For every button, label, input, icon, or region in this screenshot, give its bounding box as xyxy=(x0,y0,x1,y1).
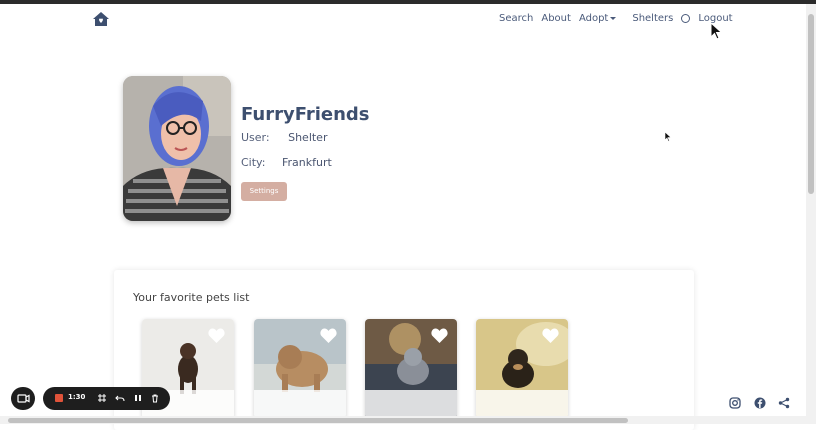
horizontal-scrollbar-thumb[interactable] xyxy=(8,418,628,423)
pet-card-3[interactable] xyxy=(365,319,457,419)
facebook-icon[interactable] xyxy=(754,397,766,409)
chevron-down-icon xyxy=(610,16,617,20)
stop-icon[interactable] xyxy=(55,394,63,402)
user-label: User: xyxy=(241,131,270,144)
instagram-icon[interactable] xyxy=(729,397,741,409)
pet-card-2[interactable] xyxy=(254,319,346,419)
city-label: City: xyxy=(241,156,266,169)
navbar: Search About Adopt Shelters Logout xyxy=(0,4,806,34)
user-value: Shelter xyxy=(288,131,328,144)
heart-icon[interactable] xyxy=(320,328,337,343)
nav-adopt-label: Adopt xyxy=(578,13,609,24)
profile-photo xyxy=(123,76,231,221)
city-value: Frankfurt xyxy=(281,156,332,169)
heart-icon[interactable] xyxy=(208,328,225,343)
nav-about-link[interactable]: About xyxy=(541,13,571,24)
user-row: User: Shelter xyxy=(241,131,327,144)
favorites-title: Your favorite pets list xyxy=(133,291,250,304)
user-circle-icon[interactable] xyxy=(681,14,691,23)
profile-name: FurryFriends xyxy=(241,104,370,125)
undo-icon[interactable] xyxy=(115,393,125,403)
recorder-camera-button[interactable] xyxy=(11,387,35,410)
heart-icon[interactable] xyxy=(431,328,448,343)
pet-caption-overlay xyxy=(476,390,568,419)
city-row: City: Frankfurt xyxy=(241,156,332,169)
pet-caption-overlay xyxy=(365,390,457,419)
recording-time: 1:30 xyxy=(68,393,86,401)
pet-card-4[interactable] xyxy=(476,319,568,419)
heart-icon[interactable] xyxy=(542,328,559,343)
share-icon[interactable] xyxy=(778,397,790,409)
nav-links: Search About Adopt Shelters Logout xyxy=(499,13,741,24)
grid-icon[interactable] xyxy=(97,393,107,403)
nav-shelters-link[interactable]: Shelters xyxy=(632,13,673,24)
mouse-cursor-icon xyxy=(710,22,723,40)
pet-caption-overlay xyxy=(254,390,346,419)
nav-search-link[interactable]: Search xyxy=(499,13,533,24)
settings-button[interactable]: Settings xyxy=(241,182,287,201)
pause-icon[interactable] xyxy=(133,393,143,403)
home-icon[interactable] xyxy=(93,12,109,26)
trash-icon[interactable] xyxy=(150,393,160,403)
nav-adopt-dropdown[interactable]: Adopt xyxy=(579,13,624,24)
vertical-scrollbar-thumb[interactable] xyxy=(808,14,814,194)
pointer-cursor-icon xyxy=(664,131,672,142)
camera-icon xyxy=(17,394,30,403)
